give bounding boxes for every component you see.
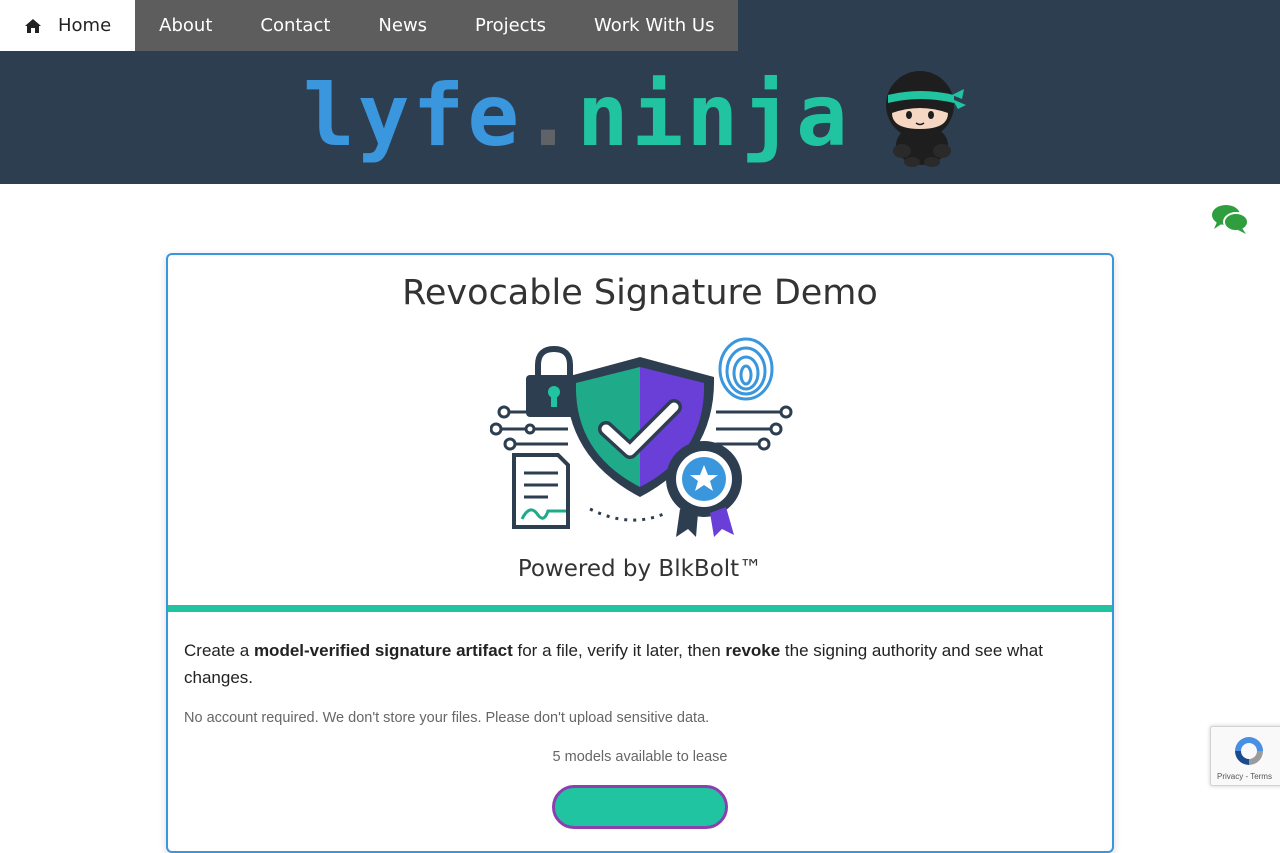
nav-item-news[interactable]: News bbox=[354, 0, 451, 51]
powered-by-label: Powered by BlkBolt™ bbox=[517, 556, 763, 582]
nav-item-label: Work With Us bbox=[594, 15, 715, 36]
recaptcha-icon bbox=[1235, 737, 1263, 765]
privacy-note: No account required. We don't store your… bbox=[184, 710, 710, 726]
nav-item-label: Home bbox=[58, 15, 112, 36]
nav-item-label: Contact bbox=[260, 15, 331, 36]
desc-bold-text: model-verified signature artifact bbox=[253, 641, 513, 660]
lease-model-button[interactable] bbox=[552, 785, 728, 829]
home-icon bbox=[25, 18, 41, 33]
nav-item-about[interactable]: About bbox=[135, 0, 236, 51]
page-title: Revocable Signature Demo bbox=[402, 273, 878, 313]
models-available-count: 5 models available to lease bbox=[552, 749, 728, 765]
recaptcha-links[interactable]: Privacy - Terms bbox=[1217, 772, 1272, 781]
logo-text-lyfe: lyfe bbox=[303, 66, 523, 166]
site-header: lyfe.ninja bbox=[0, 51, 1280, 184]
logo-text-ninja: ninja bbox=[576, 66, 851, 166]
nav-item-label: About bbox=[159, 15, 213, 36]
nav-item-work-with-us[interactable]: Work With Us bbox=[570, 0, 738, 51]
desc-bold-text: revoke bbox=[725, 641, 781, 660]
desc-text: for a file, verify it later, then bbox=[512, 641, 726, 660]
nav-item-label: Projects bbox=[475, 15, 547, 36]
chat-bubbles-icon[interactable] bbox=[1211, 203, 1249, 235]
demo-description: Create a model-verified signature artifa… bbox=[184, 637, 1084, 691]
logo-text-dot: . bbox=[522, 66, 577, 166]
site-logo[interactable]: lyfe.ninja bbox=[303, 71, 851, 161]
nav-menu: Home About Contact News Projects Work Wi… bbox=[0, 0, 739, 51]
recaptcha-badge[interactable]: Privacy - Terms bbox=[1210, 726, 1280, 786]
section-divider bbox=[168, 605, 1112, 612]
demo-card: Revocable Signature Demo Powered by BlkB… bbox=[166, 253, 1114, 853]
ninja-mascot-icon bbox=[886, 71, 966, 167]
nav-item-label: News bbox=[378, 15, 428, 36]
nav-item-contact[interactable]: Contact bbox=[236, 0, 354, 51]
desc-text: Create a bbox=[184, 641, 254, 660]
security-shield-illustration bbox=[490, 337, 793, 537]
top-navbar: Home About Contact News Projects Work Wi… bbox=[0, 0, 1280, 51]
nav-item-projects[interactable]: Projects bbox=[451, 0, 570, 51]
nav-item-home[interactable]: Home bbox=[0, 0, 136, 51]
